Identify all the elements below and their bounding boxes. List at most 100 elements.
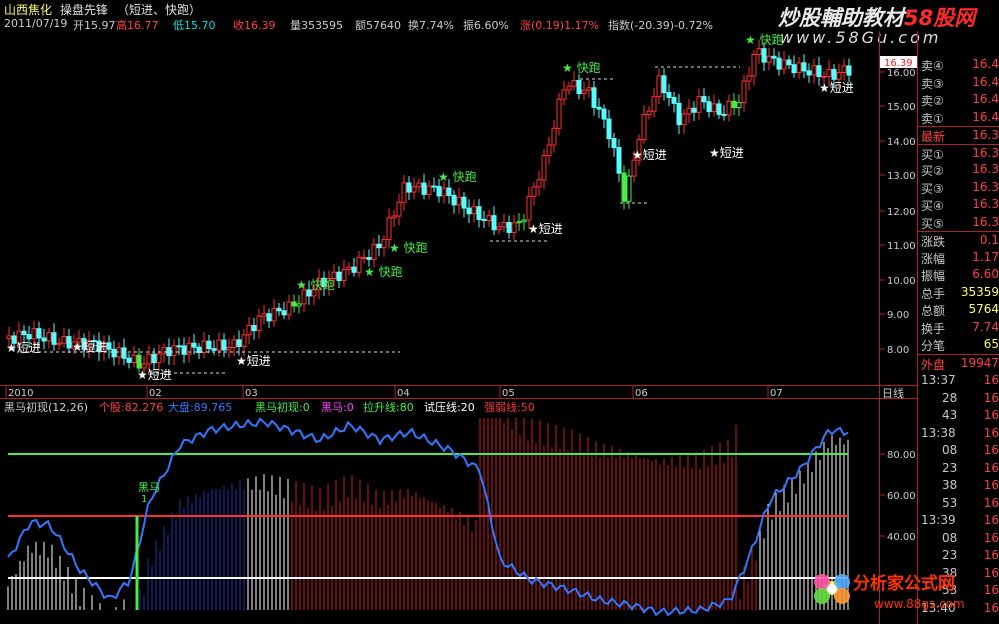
signal-quick-exit: ★ 快跑 (389, 241, 428, 255)
candle-body (476, 206, 482, 220)
signal-short-entry: ★短进 (6, 341, 41, 355)
candle-body (646, 110, 652, 115)
candle-body (601, 108, 607, 120)
outer-volume-value: 19947 (960, 355, 999, 370)
legend-strong-line: 强弱线:50 (484, 400, 535, 414)
sell-level-4-label: 卖④ (921, 59, 944, 73)
signal-short-entry: ★短进 (137, 368, 172, 382)
candle-body (521, 219, 527, 223)
candle-body (696, 96, 702, 113)
price-tick-label: 13.00 (887, 171, 916, 182)
candle-body (666, 92, 672, 99)
candle-body (441, 187, 447, 197)
candle-body (411, 186, 417, 193)
candle-body (236, 339, 242, 347)
candle-body (416, 182, 422, 188)
sell-level-3-label: 卖③ (921, 76, 944, 91)
buy-level-5: 买⑤ 16.3 (918, 214, 999, 231)
candle-body (461, 196, 467, 209)
candle-body (56, 342, 62, 345)
signal-quick-exit: ★ 快跑 (364, 265, 403, 279)
candle-body (376, 243, 382, 249)
tick-row-8-label: 13:39 (921, 513, 956, 527)
candle-body (706, 101, 712, 113)
candle-body (776, 57, 782, 70)
tick-row-4-value: 16 (983, 443, 999, 457)
candle-body (206, 340, 212, 350)
sell-level-1: 卖① 16.4 (918, 109, 999, 126)
stat-0: 涨跌 0.1 (918, 231, 999, 249)
candle-body (6, 335, 12, 340)
candle-body (586, 87, 592, 91)
candle-body (341, 268, 347, 282)
candle-body (391, 215, 397, 219)
stat-2-value: 6.60 (972, 267, 999, 281)
tick-row-6-label: 38 (942, 478, 958, 492)
buy-level-3: 买③ 16.3 (918, 179, 999, 196)
candle-body (36, 328, 42, 339)
buy-level-2: 买② 16.3 (918, 161, 999, 178)
legend-stock: 个股:82.276 (99, 401, 163, 414)
candlestick-series (6, 39, 852, 374)
candle-body (556, 98, 562, 129)
candle-body (571, 79, 577, 87)
chart-area[interactable]: ★短进 ★短进 ★短进 ★短进 ★短进 ★短进 ★短进 ★短进 ★ 快跑 ★ 快跑 ★ 快跑 ★ 快跑… (0, 0, 918, 624)
tick-row-10-label: 23 (942, 548, 958, 562)
candle-body (511, 222, 517, 233)
stat-3-value: 35359 (960, 284, 999, 299)
tick-row-7-label: 53 (942, 495, 958, 510)
tick-row-6: 38 16 (918, 477, 999, 494)
tick-row-0: 13:37 16 (918, 372, 999, 389)
price-tick-label: 12.00 (887, 207, 916, 218)
signal-quick-exit: ★ 快跑 (296, 278, 335, 292)
candle-body (226, 346, 232, 351)
candle-body (281, 310, 287, 316)
candle-body (486, 215, 492, 221)
candle-body (371, 243, 377, 260)
ind-tick-label: 60.00 (887, 491, 916, 502)
outer-volume-label: 外盘 (921, 357, 946, 372)
ind-tick-label: 40.00 (887, 532, 916, 543)
stat-4: 总额 5764 (918, 301, 999, 318)
buy-level-1: 买① 16.3 (918, 143, 999, 162)
candle-body (541, 155, 547, 181)
candle-body (366, 257, 372, 260)
candle-body (551, 127, 557, 146)
candle-body (671, 97, 677, 104)
candle-body (386, 217, 392, 241)
candle-body (266, 313, 272, 322)
candle-body (701, 96, 707, 103)
candle-body (171, 345, 177, 357)
logo-title: 分析家公式网 (853, 573, 955, 594)
candle-body (846, 65, 852, 76)
sell-level-4: 卖④ 16.4 (918, 56, 999, 73)
signal-quick-exit: ★ 快跑 (745, 33, 784, 47)
candle-body (121, 347, 127, 359)
candle-body (221, 339, 227, 351)
support-dashes (20, 66, 740, 374)
period-label[interactable]: 日线 (882, 386, 904, 400)
candle-body (271, 307, 277, 322)
candle-body (21, 330, 27, 336)
candle-body (481, 218, 487, 221)
flower-logo-icon (814, 574, 850, 604)
candle-body (256, 315, 262, 332)
date-tick-label: 07 (770, 388, 783, 399)
tick-row-1-value: 16 (983, 390, 999, 405)
signal-quick-exit: ★ 快跑 (562, 61, 601, 75)
buy-level-3-value: 16.3 (972, 179, 999, 194)
candle-body (756, 48, 762, 55)
bottom-logo: 分析家公式网 www.88gs.com (814, 573, 965, 611)
candle-body (291, 301, 297, 307)
candle-body (676, 102, 682, 126)
buy-level-5-label: 买⑤ (921, 216, 944, 231)
candle-body (216, 339, 222, 351)
tick-row-4: 08 16 (918, 442, 999, 459)
date-tick-label: 06 (635, 388, 648, 399)
sell-level-3-value: 16.4 (972, 74, 999, 89)
sell-level-4-value: 16.4 (972, 57, 999, 71)
stat-2: 振幅 6.60 (918, 266, 999, 283)
candle-body (26, 334, 32, 340)
candle-body (431, 185, 437, 188)
candle-body (191, 342, 197, 348)
